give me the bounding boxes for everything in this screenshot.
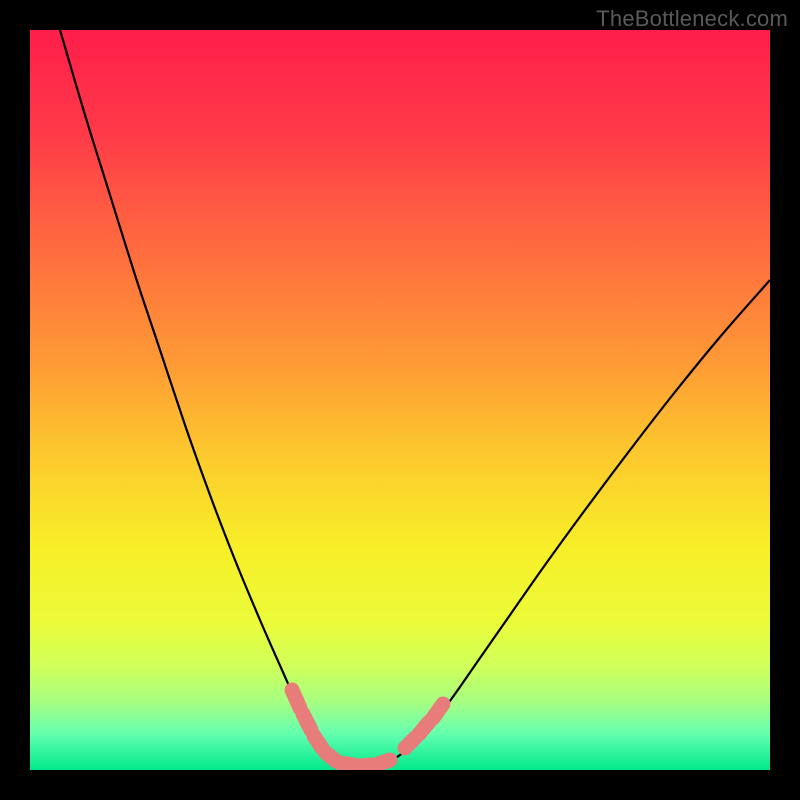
- watermark-text: TheBottleneck.com: [596, 6, 788, 32]
- chart-frame: TheBottleneck.com: [0, 0, 800, 800]
- chart-lines: [30, 30, 770, 770]
- highlight-segment: [292, 690, 300, 708]
- highlight-segment: [405, 738, 415, 748]
- highlight-markers: [292, 690, 443, 766]
- highlight-segment: [378, 760, 390, 764]
- bottleneck-curve: [60, 30, 770, 766]
- highlight-segment: [314, 736, 322, 748]
- plot-area: [30, 30, 770, 770]
- highlight-segment: [303, 714, 311, 730]
- highlight-segment: [419, 722, 429, 734]
- highlight-segment: [433, 704, 443, 718]
